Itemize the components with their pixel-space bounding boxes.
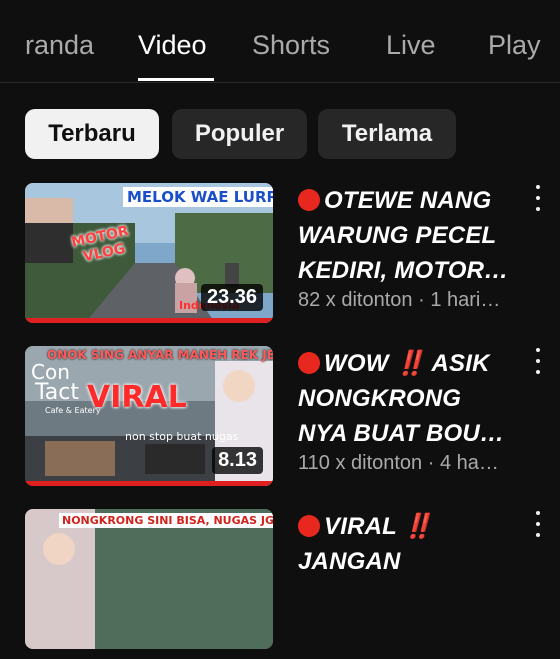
meta-separator: · <box>427 452 435 474</box>
chip-terbaru[interactable]: Terbaru <box>25 109 159 159</box>
thumbnail-caption: non stop buat nugas <box>125 430 239 443</box>
view-count: 110 x ditonton <box>298 452 423 474</box>
tab-video[interactable]: Video <box>138 30 207 61</box>
tab-live[interactable]: Live <box>386 30 436 61</box>
thumbnail-scene <box>25 509 273 649</box>
chip-terlama[interactable]: Terlama <box>318 109 456 159</box>
tab-playlist[interactable]: Play <box>488 30 541 61</box>
meta-separator: · <box>418 289 425 311</box>
video-duration: 23.36 <box>200 284 263 311</box>
video-title-line: OTEWE NANG <box>298 183 530 218</box>
chip-populer[interactable]: Populer <box>172 109 307 159</box>
thumbnail-caption: NONGKRONG SINI BISA, NUGAS JG BISA <box>59 513 273 528</box>
upload-age: 4 ha… <box>439 452 499 474</box>
video-title-line: NONGKRONG <box>298 385 462 412</box>
video-duration: 8.13 <box>212 447 263 474</box>
video-title[interactable]: WOW ‼️ ASIK NONGKRONG NYA BUAT BOU… <box>298 346 530 451</box>
view-count: 82 x ditonton <box>298 289 413 311</box>
red-circle-icon <box>298 515 320 537</box>
tab-shorts[interactable]: Shorts <box>252 30 330 61</box>
video-meta: 110 x ditonton · 4 ha… <box>298 452 543 475</box>
video-title-line: WARUNG PECEL <box>298 222 497 249</box>
red-circle-icon <box>298 352 320 374</box>
video-item[interactable]: ONOK SING ANYAR MANEH REK JEMBER Con Tac… <box>0 346 560 496</box>
video-title-line: NYA BUAT BOU… <box>298 420 505 447</box>
video-thumbnail[interactable]: ONOK SING ANYAR MANEH REK JEMBER Con Tac… <box>25 346 273 486</box>
more-vert-icon[interactable] <box>533 511 543 537</box>
thumbnail-logo-text: Tact <box>35 380 79 405</box>
thumbnail-caption: ONOK SING ANYAR MANEH REK JEMBER <box>47 348 273 362</box>
video-meta: 82 x ditonton · 1 hari… <box>298 289 543 312</box>
video-item[interactable]: MELOK WAE LURR MOTOR VLOG Indonesia 23.3… <box>0 183 560 333</box>
active-tab-indicator <box>138 78 214 81</box>
red-circle-icon <box>298 189 320 211</box>
thumbnail-caption: MELOK WAE LURR <box>123 187 273 207</box>
video-thumbnail[interactable]: MELOK WAE LURR MOTOR VLOG Indonesia 23.3… <box>25 183 273 323</box>
video-thumbnail[interactable]: NONGKRONG SINI BISA, NUGAS JG BISA <box>25 509 273 649</box>
video-title-line: KEDIRI, MOTOR… <box>298 257 509 284</box>
more-vert-icon[interactable] <box>533 348 543 374</box>
video-title[interactable]: OTEWE NANG WARUNG PECEL KEDIRI, MOTOR… <box>298 183 530 288</box>
watch-progress-bar <box>25 481 273 486</box>
video-title-line: JANGAN <box>298 548 401 575</box>
video-title-line: VIRAL ‼️ <box>298 509 530 544</box>
more-vert-icon[interactable] <box>533 185 543 211</box>
video-title[interactable]: VIRAL ‼️ JANGAN <box>298 509 530 579</box>
watch-progress-bar <box>25 318 273 323</box>
thumbnail-caption: VIRAL <box>87 380 187 415</box>
channel-tab-bar: randa Video Shorts Live Play <box>0 0 560 83</box>
tab-beranda[interactable]: randa <box>25 30 94 61</box>
upload-age: 1 hari… <box>430 289 501 311</box>
video-item[interactable]: NONGKRONG SINI BISA, NUGAS JG BISA VIRAL… <box>0 509 560 659</box>
video-title-line: WOW ‼️ ASIK <box>298 346 530 381</box>
